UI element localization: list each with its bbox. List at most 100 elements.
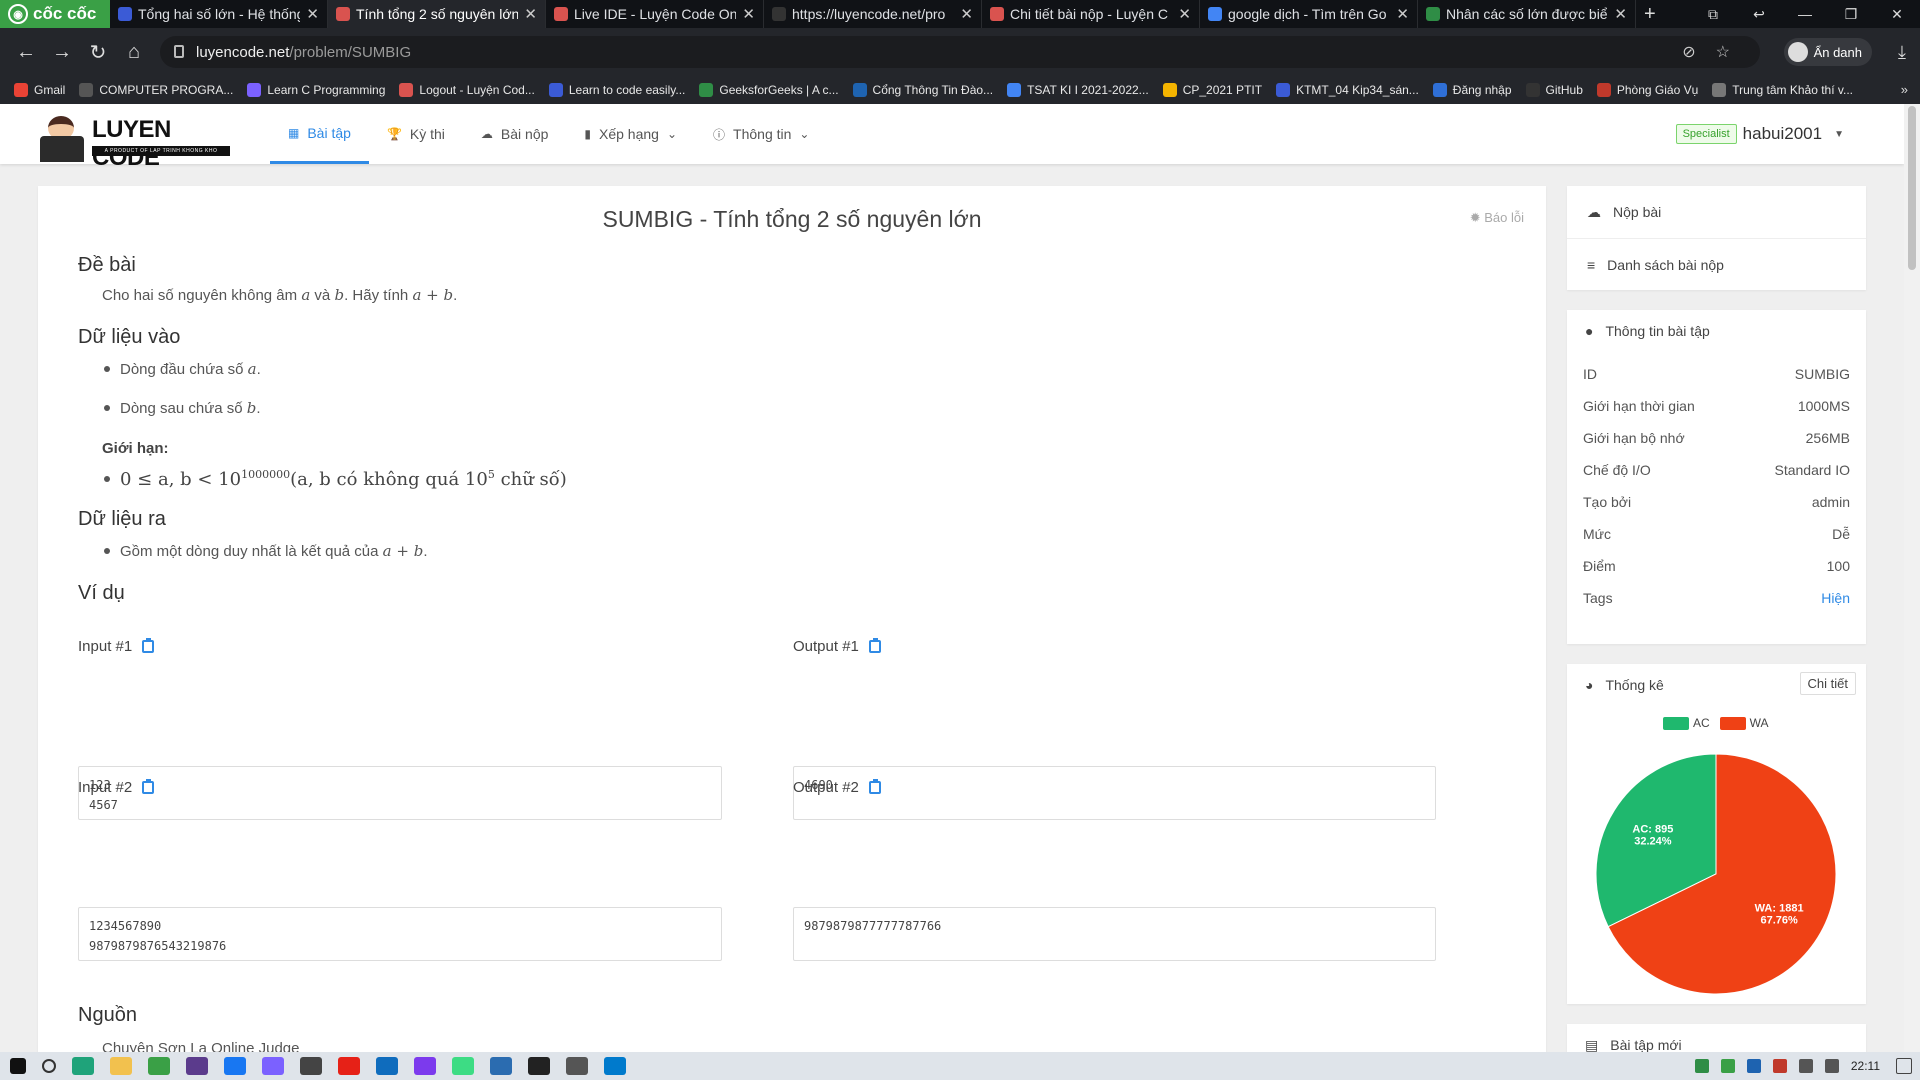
copy-icon[interactable] (142, 638, 155, 653)
bookmark-item[interactable]: Phòng Giáo Vụ (1596, 83, 1698, 97)
search-icon[interactable] (42, 1059, 56, 1073)
site-navbar: LUYEN CODE A PRODUCT OF LAP TRINH KHONG … (0, 104, 1904, 171)
wifi-icon[interactable] (1798, 1059, 1813, 1073)
bookmark-item[interactable]: TSAT KI I 2021-2022... (1007, 83, 1149, 97)
bookmarks-more-icon[interactable]: » (1901, 82, 1908, 97)
nav-item[interactable]: 🏆 Kỳ thi (369, 104, 463, 164)
bookmark-star-icon[interactable]: ☆ (1716, 42, 1730, 62)
bookmark-item[interactable]: COMPUTER PROGRA... (79, 83, 233, 97)
facebook-icon[interactable] (224, 1057, 246, 1075)
tab-favicon-icon (1426, 7, 1440, 21)
cloud-icon: ☁ (480, 127, 493, 141)
tray-icon[interactable] (1772, 1059, 1787, 1073)
tab-close-icon[interactable]: ✕ (1614, 5, 1627, 23)
nav-item[interactable]: ☁ Bài nộp (463, 104, 566, 164)
info-key: Tạo bởi (1583, 494, 1632, 510)
bookmark-label: Logout - Luyện Cod... (419, 83, 535, 97)
clock[interactable]: 22:11 (1851, 1059, 1880, 1073)
browser-tab[interactable]: Live IDE - Luyện Code Onl ✕ (546, 0, 764, 28)
outlook-icon[interactable] (376, 1057, 398, 1075)
back-history-icon[interactable]: ↩ (1736, 6, 1782, 23)
report-bug-button[interactable]: ✹ Báo lỗi (1470, 210, 1524, 226)
browser-tab[interactable]: Tổng hai số lớn - Hệ thống ✕ (110, 0, 328, 28)
volume-icon[interactable] (1824, 1059, 1839, 1073)
copy-icon[interactable] (868, 779, 881, 794)
notification-icon[interactable] (1896, 1058, 1912, 1074)
tab-close-icon[interactable]: ✕ (524, 5, 537, 23)
browser-tab[interactable]: Nhân các số lớn được biể ✕ (1418, 0, 1636, 28)
back-icon[interactable]: ← (8, 41, 44, 64)
example-1-output-box[interactable]: 4690 (793, 766, 1436, 820)
new-tab-button[interactable]: + (1644, 3, 1656, 26)
app-icon[interactable] (300, 1057, 322, 1075)
coccoc-taskbar-icon[interactable] (148, 1057, 170, 1075)
bookmark-item[interactable]: Learn C Programming (247, 83, 385, 97)
stats-detail-button[interactable]: Chi tiết (1799, 672, 1856, 695)
browser-tab[interactable]: Chi tiết bài nộp - Luyện C ✕ (982, 0, 1200, 28)
maximize-button[interactable]: ❐ (1828, 6, 1874, 23)
browser-brand[interactable]: ◉ cốc cốc (0, 0, 110, 28)
bookmark-item[interactable]: Learn to code easily... (548, 83, 685, 97)
copy-icon[interactable] (868, 638, 881, 653)
app-icon[interactable] (528, 1057, 550, 1075)
submit-button[interactable]: ☁ Nộp bài (1567, 186, 1866, 238)
home-icon[interactable]: ⌂ (116, 41, 152, 64)
browser-tab[interactable]: Tính tổng 2 số nguyên lớn ✕ (328, 0, 546, 28)
nav-item[interactable]: ▦ Bài tập (270, 104, 369, 164)
site-logo[interactable]: LUYEN CODE A PRODUCT OF LAP TRINH KHONG … (38, 106, 238, 171)
tab-close-icon[interactable]: ✕ (1178, 5, 1191, 23)
bookmark-item[interactable]: Cổng Thông Tin Đào... (852, 83, 993, 97)
nav-item[interactable]: ⓘ Thông tin ⌄ (695, 104, 827, 164)
url-field[interactable]: luyencode.net/problem/SUMBIG (160, 36, 1760, 68)
app-icon[interactable] (490, 1057, 512, 1075)
messenger-icon[interactable] (262, 1057, 284, 1075)
browser-brand-label: cốc cốc (33, 4, 97, 23)
scrollbar-thumb[interactable] (1908, 106, 1916, 270)
bookmark-item[interactable]: Logout - Luyện Cod... (399, 83, 535, 97)
user-menu[interactable]: Specialist habui2001 ▼ (1675, 104, 1844, 164)
page-scrollbar[interactable] (1904, 104, 1920, 1052)
copy-icon[interactable] (142, 779, 155, 794)
example-2-input-box[interactable]: 1234567890 9879879876543219876 (78, 907, 722, 961)
tab-title: Nhân các số lớn được biể (1446, 6, 1608, 22)
nav-item[interactable]: ▮ Xếp hạng ⌄ (566, 104, 695, 164)
bookmark-item[interactable]: Trung tâm Khảo thí v... (1712, 83, 1853, 97)
vscode-icon[interactable] (604, 1057, 626, 1075)
example-2-output-box[interactable]: 9879879877777787766 (793, 907, 1436, 961)
bookmark-item[interactable]: GeeksforGeeks | A c... (699, 83, 839, 97)
app-icon[interactable] (186, 1057, 208, 1075)
tab-search-icon[interactable]: ⧉ (1690, 6, 1736, 23)
info-value[interactable]: Hiện (1821, 590, 1850, 606)
browser-tab[interactable]: google dịch - Tìm trên Go ✕ (1200, 0, 1418, 28)
example-1-input-box[interactable]: 123 4567 (78, 766, 722, 820)
browser-tab[interactable]: https://luyencode.net/pro ✕ (764, 0, 982, 28)
forward-icon[interactable]: → (44, 41, 80, 64)
bookmark-item[interactable]: KTMT_04 Kip34_sán... (1276, 83, 1419, 97)
bookmark-item[interactable]: CP_2021 PTIT (1162, 83, 1262, 97)
tab-close-icon[interactable]: ✕ (1396, 5, 1409, 23)
tab-close-icon[interactable]: ✕ (960, 5, 973, 23)
tray-icon[interactable] (1694, 1059, 1709, 1073)
app-icon[interactable] (566, 1057, 588, 1075)
edge-icon[interactable] (72, 1057, 94, 1075)
file-explorer-icon[interactable] (110, 1057, 132, 1075)
app-icon[interactable] (414, 1057, 436, 1075)
info-row: ID SUMBIG (1567, 358, 1866, 390)
youtube-icon[interactable] (338, 1057, 360, 1075)
reload-icon[interactable]: ↻ (80, 40, 116, 65)
bluetooth-icon[interactable] (1746, 1059, 1761, 1073)
bookmark-item[interactable]: Gmail (14, 83, 65, 97)
minimize-button[interactable]: — (1782, 6, 1828, 22)
submissions-list-button[interactable]: ≡ Danh sách bài nộp (1567, 238, 1866, 290)
windows-start-icon[interactable] (10, 1058, 26, 1074)
tab-close-icon[interactable]: ✕ (742, 5, 755, 23)
eye-off-icon[interactable]: ⊘ (1682, 42, 1695, 62)
download-icon[interactable]: ⤓ (1898, 42, 1906, 63)
bookmark-item[interactable]: GitHub (1525, 83, 1583, 97)
bookmark-item[interactable]: Đăng nhập (1432, 83, 1512, 97)
close-window-button[interactable]: ✕ (1874, 6, 1920, 23)
tray-icon[interactable] (1720, 1059, 1735, 1073)
incognito-indicator[interactable]: Ẩn danh (1783, 38, 1872, 66)
android-icon[interactable] (452, 1057, 474, 1075)
tab-close-icon[interactable]: ✕ (306, 5, 319, 23)
